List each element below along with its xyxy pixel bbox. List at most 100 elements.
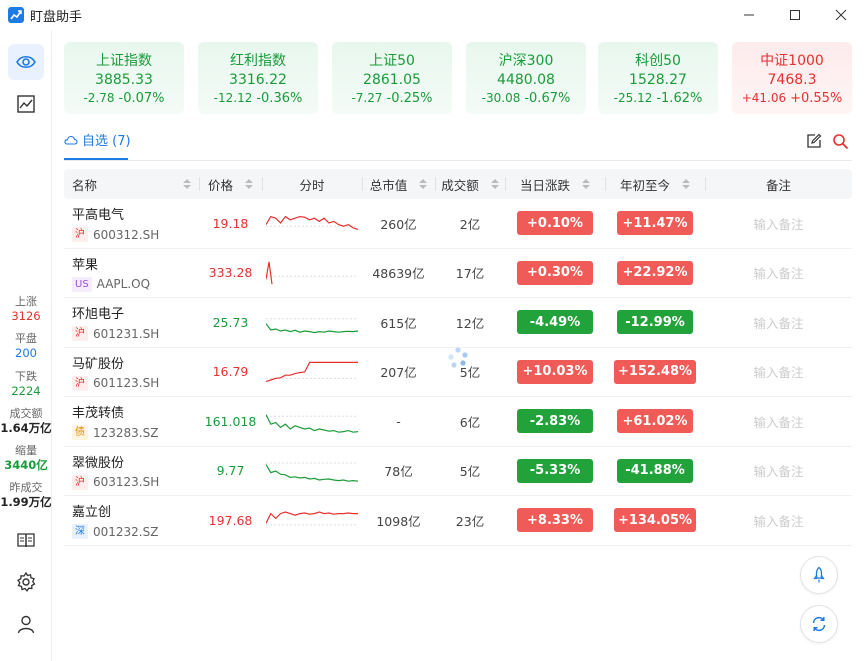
note-input[interactable]: 输入备注 xyxy=(705,199,852,248)
close-button[interactable] xyxy=(818,0,864,30)
sidebar-book-button[interactable] xyxy=(8,522,44,558)
ytd-change-cell: +22.92% xyxy=(605,249,705,298)
column-header-day-change[interactable]: 当日涨跌 xyxy=(505,169,605,199)
day-change-cell: +0.30% xyxy=(505,249,605,298)
tab-label: 自选 (7) xyxy=(82,134,131,149)
refresh-button[interactable] xyxy=(800,605,838,643)
user-icon xyxy=(17,615,35,634)
search-icon xyxy=(832,133,848,149)
table-row[interactable]: 翠微股份 沪 603123.SH 9.77 78亿 5亿 -5.33% -41.8… xyxy=(64,447,852,496)
table-row[interactable]: 环旭电子 沪 601231.SH 25.73 615亿 12亿 -4.49% -1… xyxy=(64,298,852,348)
sort-icon[interactable] xyxy=(419,179,428,189)
sidebar-user-button[interactable] xyxy=(8,606,44,642)
maximize-icon xyxy=(790,10,800,20)
sidebar-watch-button[interactable] xyxy=(8,44,44,80)
note-input[interactable]: 输入备注 xyxy=(705,397,852,446)
note-input[interactable]: 输入备注 xyxy=(705,447,852,496)
index-card[interactable]: 科创50 1528.27 -25.12 -1.62% xyxy=(598,42,718,114)
sort-icon[interactable] xyxy=(682,179,690,189)
sparkline-path xyxy=(266,511,358,524)
intraday-chart xyxy=(262,447,362,496)
market-badge: 债 xyxy=(72,425,88,441)
stock-name-cell: 苹果 US AAPL.OQ xyxy=(64,249,199,298)
market-cap-cell: 260亿 xyxy=(380,216,417,232)
market-cap-cell: - xyxy=(396,413,401,429)
stock-name-cell: 嘉立创 深 001232.SZ xyxy=(64,496,199,545)
minimize-button[interactable] xyxy=(726,0,772,30)
table-row[interactable]: 苹果 US AAPL.OQ 333.28 48639亿 17亿 +0.30% +2… xyxy=(64,249,852,298)
note-input[interactable]: 输入备注 xyxy=(705,298,852,347)
sidebar-settings-button[interactable] xyxy=(8,564,44,600)
table-row[interactable]: 嘉立创 深 001232.SZ 197.68 1098亿 23亿 +8.33% +… xyxy=(64,496,852,546)
column-header-intraday: 分时 xyxy=(262,169,362,199)
day-change-badge: +0.30% xyxy=(517,260,593,285)
column-header-ytd[interactable]: 年初至今 xyxy=(605,169,705,199)
intraday-chart xyxy=(262,249,362,298)
ytd-change-cell: +61.02% xyxy=(605,397,705,446)
note-input[interactable]: 输入备注 xyxy=(705,496,852,545)
index-value: 2861.05 xyxy=(363,72,421,88)
index-name: 沪深300 xyxy=(498,53,554,69)
column-header-name[interactable]: 名称 xyxy=(64,169,199,199)
day-change-cell: +8.33% xyxy=(505,496,605,545)
search-button[interactable] xyxy=(830,131,850,151)
column-label: 总市值 xyxy=(369,177,408,193)
index-value: 4480.08 xyxy=(497,72,555,88)
index-card[interactable]: 红利指数 3316.22 -12.12 -0.36% xyxy=(198,42,318,114)
index-change: -30.08 -0.67% xyxy=(466,91,586,106)
minimize-icon xyxy=(744,14,754,16)
sort-icon[interactable] xyxy=(490,179,499,189)
day-change-cell: -5.33% xyxy=(505,447,605,496)
table-row[interactable]: 平高电气 沪 600312.SH 19.18 260亿 2亿 +0.10% +11… xyxy=(64,199,852,249)
market-badge: US xyxy=(72,276,92,292)
edit-icon xyxy=(807,133,822,148)
table-row[interactable]: 丰茂转债 债 123283.SZ 161.018 - 6亿 -2.83% +61.… xyxy=(64,397,852,447)
note-input[interactable]: 输入备注 xyxy=(705,249,852,298)
volume-cell: 17亿 xyxy=(455,266,485,282)
index-name: 上证指数 xyxy=(96,53,152,69)
index-change-abs: -7.27 xyxy=(351,91,383,105)
stock-code: 深 001232.SZ xyxy=(72,524,159,540)
day-change-badge: +0.10% xyxy=(517,211,593,236)
close-icon xyxy=(835,9,847,21)
stat-label: 平盘 xyxy=(15,332,37,345)
sparkline-path xyxy=(266,464,358,482)
market-cap-cell: 78亿 xyxy=(384,464,413,480)
index-change-pct: -0.25% xyxy=(386,91,433,106)
stat-value: 200 xyxy=(15,346,37,360)
rocket-button[interactable] xyxy=(800,556,838,594)
tab-watchlist[interactable]: 自选 (7) xyxy=(64,130,131,160)
stat-rise: 上涨 3126 xyxy=(0,294,52,324)
index-card[interactable]: 上证50 2861.05 -7.27 -0.25% xyxy=(332,42,452,114)
edit-button[interactable] xyxy=(804,131,824,151)
note-input[interactable]: 输入备注 xyxy=(705,348,852,397)
index-card[interactable]: 中证1000 7468.3 +41.06 +0.55% xyxy=(732,42,852,114)
stock-code-text: 001232.SZ xyxy=(93,524,159,539)
column-header-volume[interactable]: 成交额 xyxy=(435,169,505,199)
stock-code-text: 123283.SZ xyxy=(93,425,159,440)
index-value: 7468.3 xyxy=(767,72,817,88)
index-card[interactable]: 上证指数 3885.33 -2.78 -0.07% xyxy=(64,42,184,114)
column-header-market-cap[interactable]: 总市值 xyxy=(362,169,435,199)
maximize-button[interactable] xyxy=(772,0,818,30)
index-change: -2.78 -0.07% xyxy=(64,91,184,106)
sparkline xyxy=(266,414,358,434)
index-card[interactable]: 沪深300 4480.08 -30.08 -0.67% xyxy=(466,42,586,114)
sort-icon[interactable] xyxy=(245,179,253,189)
sort-icon[interactable] xyxy=(183,179,191,189)
sparkline xyxy=(266,462,358,482)
day-change-cell: -4.49% xyxy=(505,298,605,347)
stock-code: 沪 601123.SH xyxy=(72,375,159,391)
stock-code-text: 600312.SH xyxy=(93,227,160,242)
ytd-change-badge: +134.05% xyxy=(614,508,696,533)
day-change-badge: +8.33% xyxy=(517,508,593,533)
sort-icon[interactable] xyxy=(582,179,590,189)
column-header-price[interactable]: 价格 xyxy=(199,169,262,199)
sidebar-chart-button[interactable] xyxy=(8,86,44,122)
index-change: -25.12 -1.62% xyxy=(598,91,718,106)
price-cell: 25.73 xyxy=(212,314,249,330)
index-change-pct: -0.07% xyxy=(118,91,165,106)
intraday-chart xyxy=(262,199,362,248)
price-cell: 16.79 xyxy=(212,364,249,380)
intraday-chart xyxy=(262,496,362,545)
